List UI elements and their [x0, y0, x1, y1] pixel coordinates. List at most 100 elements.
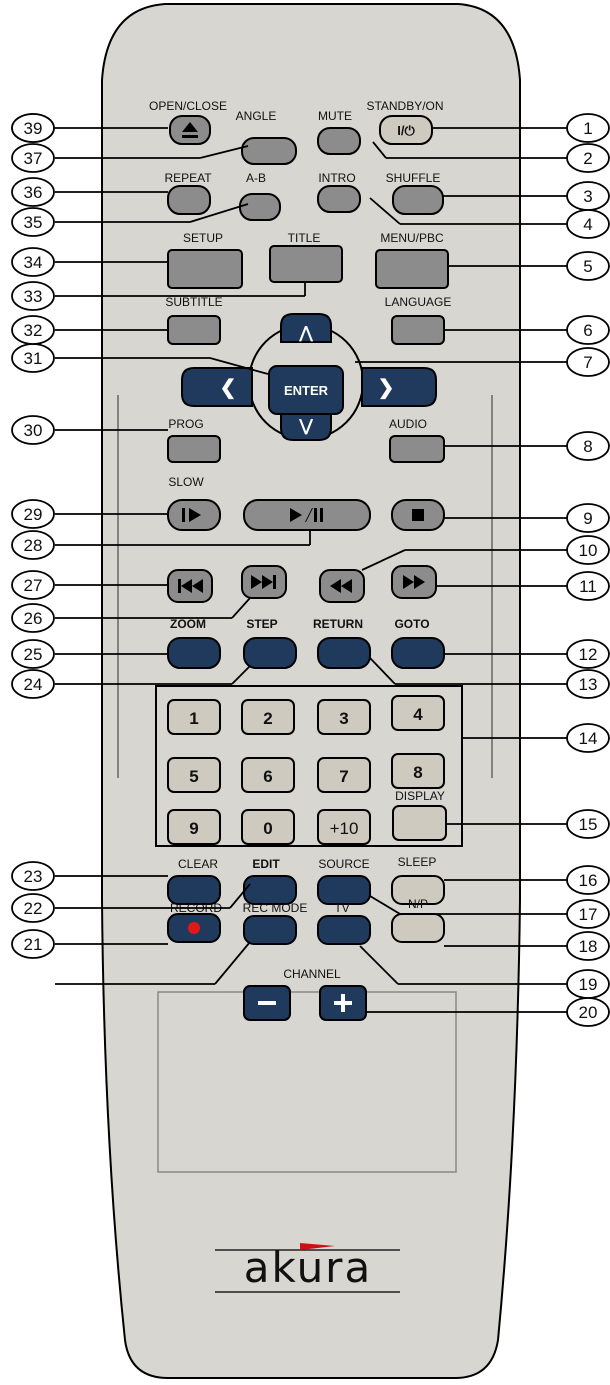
goto-button[interactable]: [391, 637, 445, 669]
callout-label: 21: [24, 935, 43, 954]
prog-button[interactable]: [167, 435, 221, 463]
nav-right-button[interactable]: [361, 367, 437, 407]
callout-label: 23: [24, 867, 43, 886]
remote-control-diagram: OPEN/CLOSE ANGLE MUTE STANDBY/ON I/⏻ REP…: [11, 3, 610, 1379]
minus-icon: [258, 1001, 276, 1005]
callout-label: 17: [579, 905, 598, 924]
shuffle-button[interactable]: [392, 185, 444, 215]
angle-button[interactable]: [241, 137, 297, 165]
callout-label: 2: [583, 149, 592, 168]
callout-label: 37: [24, 149, 43, 168]
callout-label: 1: [583, 119, 592, 138]
enter-label: ENTER: [284, 383, 329, 398]
tv-button[interactable]: [317, 915, 371, 945]
stop-icon: [412, 509, 424, 521]
callout-label: 9: [583, 509, 592, 528]
display-label: DISPLAY: [395, 789, 445, 803]
repeat-button[interactable]: [167, 185, 211, 215]
callout-label: 19: [579, 975, 598, 994]
goto-label: GOTO: [394, 617, 429, 631]
callout-label: 32: [24, 321, 43, 340]
n-p-button[interactable]: [391, 913, 445, 943]
a-b-label: A-B: [246, 171, 266, 185]
edit-button[interactable]: [243, 875, 297, 905]
up-arrow-icon: ⋀: [298, 325, 313, 342]
brand-logo: akura: [244, 1243, 372, 1292]
play-pause-button[interactable]: [243, 499, 371, 531]
menu-pbc-label: MENU/PBC: [380, 231, 444, 245]
audio-button[interactable]: [389, 435, 445, 463]
key-label: 9: [189, 819, 198, 838]
callout-label: 33: [24, 287, 43, 306]
display-button[interactable]: [392, 805, 447, 841]
key-label: 1: [189, 709, 198, 728]
callout-label: 25: [24, 645, 43, 664]
intro-label: INTRO: [318, 171, 355, 185]
subtitle-label: SUBTITLE: [165, 295, 222, 309]
open-close-label: OPEN/CLOSE: [149, 99, 227, 113]
callout-label: 11: [579, 577, 597, 596]
tv-label: TV: [334, 901, 349, 915]
language-button[interactable]: [391, 315, 445, 345]
right-arrow-icon: ❯: [378, 377, 395, 400]
title-button[interactable]: [269, 245, 343, 283]
standby-icon: I/⏻: [397, 123, 415, 138]
step-button[interactable]: [243, 637, 297, 669]
rec-mode-button[interactable]: [243, 915, 297, 945]
zoom-button[interactable]: [167, 637, 221, 669]
callout-label: 10: [579, 541, 598, 560]
language-label: LANGUAGE: [385, 295, 452, 309]
shuffle-label: SHUFFLE: [386, 171, 441, 185]
key-label: 6: [263, 767, 272, 786]
nav-left-button[interactable]: [181, 367, 253, 407]
key-label: 4: [413, 705, 423, 724]
sleep-label: SLEEP: [398, 855, 437, 869]
return-label: RETURN: [313, 617, 363, 631]
setup-label: SETUP: [183, 231, 223, 245]
callout-label: 18: [579, 937, 598, 956]
mute-button[interactable]: [317, 127, 361, 155]
return-button[interactable]: [317, 637, 371, 669]
repeat-label: REPEAT: [164, 171, 212, 185]
step-label: STEP: [246, 617, 277, 631]
title-label: TITLE: [288, 231, 321, 245]
callout-label: 13: [579, 675, 598, 694]
key-label: 3: [339, 709, 348, 728]
callout-label: 35: [24, 213, 43, 232]
callout-label: 28: [24, 536, 43, 555]
intro-button[interactable]: [317, 185, 361, 213]
key-label: 2: [263, 709, 272, 728]
rec-mode-label: REC MODE: [243, 901, 308, 915]
callout-label: 27: [24, 576, 43, 595]
menu-pbc-button[interactable]: [375, 249, 449, 289]
slow-label: SLOW: [168, 475, 204, 489]
audio-label: AUDIO: [389, 417, 427, 431]
callout-label: 39: [24, 119, 43, 138]
angle-label: ANGLE: [236, 109, 277, 123]
edit-label: EDIT: [252, 857, 280, 871]
callout-label: 4: [583, 215, 592, 234]
a-b-button[interactable]: [239, 193, 281, 221]
clear-label: CLEAR: [178, 857, 218, 871]
callout-label: 5: [583, 257, 592, 276]
callout-label: 16: [579, 871, 598, 890]
source-button[interactable]: [317, 875, 371, 905]
key-label: 7: [339, 767, 348, 786]
callout-label: 24: [24, 675, 43, 694]
key-label: 0: [263, 819, 272, 838]
setup-button[interactable]: [167, 249, 243, 289]
zoom-label: ZOOM: [170, 617, 206, 631]
callout-label: 22: [24, 899, 43, 918]
mute-label: MUTE: [318, 109, 352, 123]
channel-label: CHANNEL: [283, 967, 341, 981]
subtitle-button[interactable]: [167, 315, 221, 345]
callout-label: 7: [583, 353, 592, 372]
clear-button[interactable]: [167, 875, 221, 905]
record-dot-icon: [188, 922, 200, 934]
callout-label: 20: [579, 1003, 598, 1022]
source-label: SOURCE: [318, 857, 369, 871]
callout-label: 8: [583, 437, 592, 456]
callout-label: 30: [24, 421, 43, 440]
callout-label: 12: [579, 645, 598, 664]
callout-label: 6: [583, 321, 592, 340]
